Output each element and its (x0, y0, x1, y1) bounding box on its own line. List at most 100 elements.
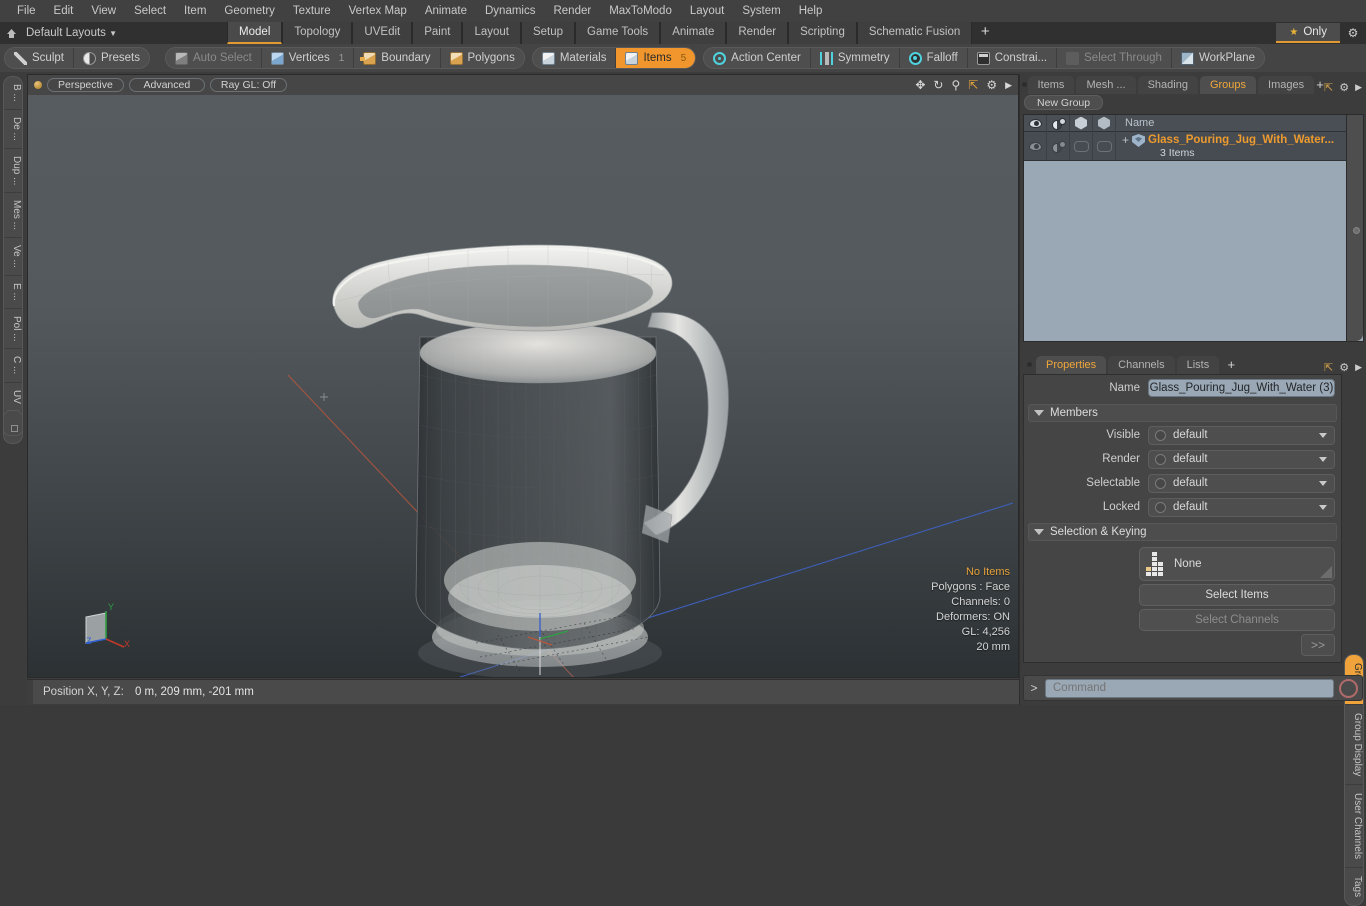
channel-knob-icon[interactable] (1155, 453, 1166, 465)
viewport-raygl-dropdown[interactable]: Ray GL: Off (209, 78, 288, 92)
viewport-shading-dropdown[interactable]: Advanced (128, 78, 205, 92)
polygons-button[interactable]: Polygons (439, 48, 524, 68)
panel-menu-dot-icon[interactable] (1022, 74, 1028, 94)
left-tab-basic[interactable]: B ... (4, 77, 22, 110)
column-selectable-header[interactable] (1070, 114, 1093, 132)
menu-item-dynamics[interactable]: Dynamics (476, 0, 544, 22)
row-render-toggle[interactable] (1047, 132, 1070, 160)
left-tab-polygon[interactable]: Pol ... (4, 309, 22, 350)
menu-item-texture[interactable]: Texture (284, 0, 340, 22)
menu-item-vertex-map[interactable]: Vertex Map (340, 0, 416, 22)
table-row[interactable]: + Glass_Pouring_Jug_With_Water... 3 Item… (1024, 132, 1363, 161)
workplane-button[interactable]: WorkPlane (1170, 48, 1264, 68)
menu-item-select[interactable]: Select (125, 0, 175, 22)
tab-mesh[interactable]: Mesh ... (1076, 76, 1136, 94)
menu-item-file[interactable]: File (8, 0, 45, 22)
tab-shading[interactable]: Shading (1137, 76, 1198, 94)
locked-dropdown[interactable]: default (1148, 497, 1335, 517)
selectable-dropdown[interactable]: default (1148, 473, 1335, 493)
viewport-menu-dot-icon[interactable] (34, 81, 42, 89)
tab-lists[interactable]: Lists (1176, 356, 1220, 374)
tab-model[interactable]: Model (227, 22, 283, 44)
tab-images[interactable]: Images (1258, 76, 1315, 94)
row-visible-toggle[interactable] (1024, 132, 1047, 160)
gear-icon[interactable]: ⚙ (1339, 81, 1349, 94)
tab-game-tools[interactable]: Game Tools (575, 22, 661, 44)
new-group-button[interactable]: New Group (1024, 95, 1104, 110)
tab-layout[interactable]: Layout (462, 22, 521, 44)
row-locked-toggle[interactable] (1093, 132, 1116, 160)
tab-setup[interactable]: Setup (520, 22, 576, 44)
selection-set-field[interactable]: None (1139, 547, 1335, 581)
left-tab-mesh[interactable]: Mes ... (4, 193, 22, 239)
select-through-button[interactable]: Select Through (1056, 48, 1171, 68)
render-dropdown[interactable]: default (1148, 449, 1335, 469)
menu-item-render[interactable]: Render (544, 0, 600, 22)
channel-knob-icon[interactable] (1155, 477, 1166, 489)
falloff-button[interactable]: Falloff (898, 48, 967, 68)
constraint-button[interactable]: Constrai... (966, 48, 1056, 68)
members-section-header[interactable]: Members (1028, 404, 1337, 422)
properties-menu-dot-icon[interactable] (1022, 354, 1036, 374)
tab-schematic-fusion[interactable]: Schematic Fusion (856, 22, 973, 44)
add-properties-tab-button[interactable]: + (1221, 356, 1241, 374)
gear-icon[interactable]: ⚙ (1340, 26, 1366, 40)
maximize-icon[interactable]: ⇱ (1324, 361, 1333, 374)
menu-item-system[interactable]: System (733, 0, 789, 22)
home-icon[interactable] (0, 22, 22, 44)
channel-knob-icon[interactable] (1155, 501, 1166, 513)
side-tab-user-channels[interactable]: User Channels (1345, 785, 1363, 869)
chevron-right-icon[interactable]: ▶ (1355, 362, 1362, 373)
side-tab-group-display[interactable]: Group Display (1345, 705, 1363, 786)
left-tab-deform[interactable]: De ... (4, 110, 22, 149)
add-layout-tab-button[interactable]: + (972, 22, 998, 44)
zoom-icon[interactable]: ⚲ (951, 77, 960, 93)
menu-item-edit[interactable]: Edit (45, 0, 83, 22)
channel-knob-icon[interactable] (1155, 429, 1166, 441)
boundary-button[interactable]: Boundary (353, 48, 439, 68)
symmetry-button[interactable]: Symmetry (809, 48, 899, 68)
tab-topology[interactable]: Topology (282, 22, 353, 44)
column-visible-header[interactable] (1024, 114, 1047, 132)
left-tab-duplicate[interactable]: Dup ... (4, 149, 22, 194)
fit-icon[interactable]: ⇱ (968, 77, 978, 93)
tab-scripting[interactable]: Scripting (788, 22, 857, 44)
column-render-header[interactable] (1047, 114, 1070, 132)
maximize-icon[interactable]: ⇱ (1324, 81, 1333, 94)
groups-list-scrollbar[interactable] (1346, 115, 1363, 341)
tab-animate[interactable]: Animate (660, 22, 727, 44)
expand-icon[interactable]: + (1122, 134, 1129, 147)
row-name-cell[interactable]: + Glass_Pouring_Jug_With_Water... 3 Item… (1116, 132, 1363, 160)
perspective-viewport[interactable]: Perspective Advanced Ray GL: Off ✥ ↻ ⚲ ⇱… (28, 75, 1018, 677)
items-button[interactable]: Items 5 (615, 48, 696, 68)
materials-button[interactable]: Materials (533, 48, 616, 68)
only-toggle-button[interactable]: ★ Only (1276, 23, 1340, 43)
left-tab-curve[interactable]: C ... (4, 349, 22, 383)
tab-items[interactable]: Items (1027, 76, 1075, 94)
menu-item-geometry[interactable]: Geometry (215, 0, 284, 22)
pan-icon[interactable]: ✥ (915, 77, 925, 93)
groups-list[interactable]: Name + Glass_Pouring_Jug_With_Water... 3… (1023, 114, 1364, 342)
left-tab-uv[interactable]: UV (4, 383, 22, 412)
row-selectable-toggle[interactable] (1070, 132, 1093, 160)
default-layouts-dropdown[interactable]: Default Layouts ▼ (22, 27, 127, 39)
group-name-field[interactable]: Glass_Pouring_Jug_With_Water (3) (1148, 379, 1335, 397)
presets-button[interactable]: Presets (72, 48, 149, 68)
visible-dropdown[interactable]: default (1148, 425, 1335, 445)
menu-item-help[interactable]: Help (790, 0, 832, 22)
menu-item-view[interactable]: View (82, 0, 125, 22)
tab-channels[interactable]: Channels (1108, 356, 1175, 374)
menu-item-layout[interactable]: Layout (681, 0, 734, 22)
record-icon[interactable] (1339, 678, 1358, 698)
chevron-right-icon[interactable]: ▶ (1355, 82, 1362, 93)
sculpt-button[interactable]: Sculpt (5, 48, 73, 68)
menu-item-maxtomodo[interactable]: MaxToModo (600, 0, 681, 22)
tab-groups[interactable]: Groups (1199, 76, 1257, 94)
column-locked-header[interactable] (1093, 114, 1116, 132)
axis-gizmo[interactable]: Y X Z (72, 599, 134, 655)
select-channels-button[interactable]: Select Channels (1139, 609, 1335, 631)
auto-select-button[interactable]: Auto Select (166, 48, 261, 68)
chevron-right-icon[interactable]: ▶ (1005, 77, 1012, 93)
expand-more-button[interactable]: >> (1301, 634, 1335, 656)
selection-keying-section-header[interactable]: Selection & Keying (1028, 523, 1337, 541)
